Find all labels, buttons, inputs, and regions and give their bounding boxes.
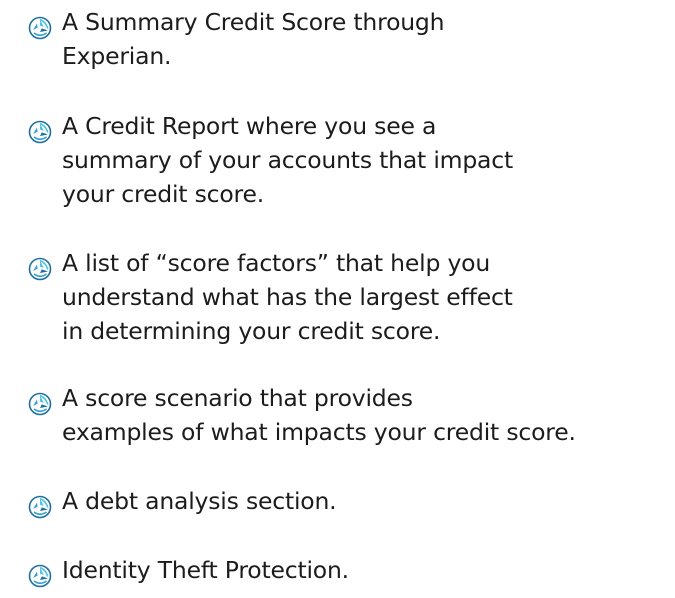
feature-text: A score scenario that provides examples …: [62, 384, 576, 446]
feature-text: Identity Theft Protection.: [62, 556, 349, 584]
feature-item: A Summary Credit Score through Experian.: [28, 5, 668, 73]
pinwheel-bullet-icon: [28, 257, 52, 281]
feature-text: A Summary Credit Score through Experian.: [62, 8, 445, 70]
feature-item: A score scenario that provides examples …: [28, 381, 668, 449]
feature-text: A list of “score factors” that help you …: [62, 249, 513, 345]
feature-text: A Credit Report where you see a summary …: [62, 112, 513, 208]
pinwheel-bullet-icon: [28, 392, 52, 416]
feature-item: Identity Theft Protection.: [28, 553, 668, 588]
pinwheel-bullet-icon: [28, 495, 52, 519]
pinwheel-bullet-icon: [28, 16, 52, 40]
feature-text: A debt analysis section.: [62, 487, 337, 515]
pinwheel-bullet-icon: [28, 120, 52, 144]
feature-item: A debt analysis section.: [28, 484, 668, 519]
pinwheel-bullet-icon: [28, 564, 52, 588]
feature-item: A Credit Report where you see a summary …: [28, 109, 668, 211]
feature-item: A list of “score factors” that help you …: [28, 246, 668, 348]
